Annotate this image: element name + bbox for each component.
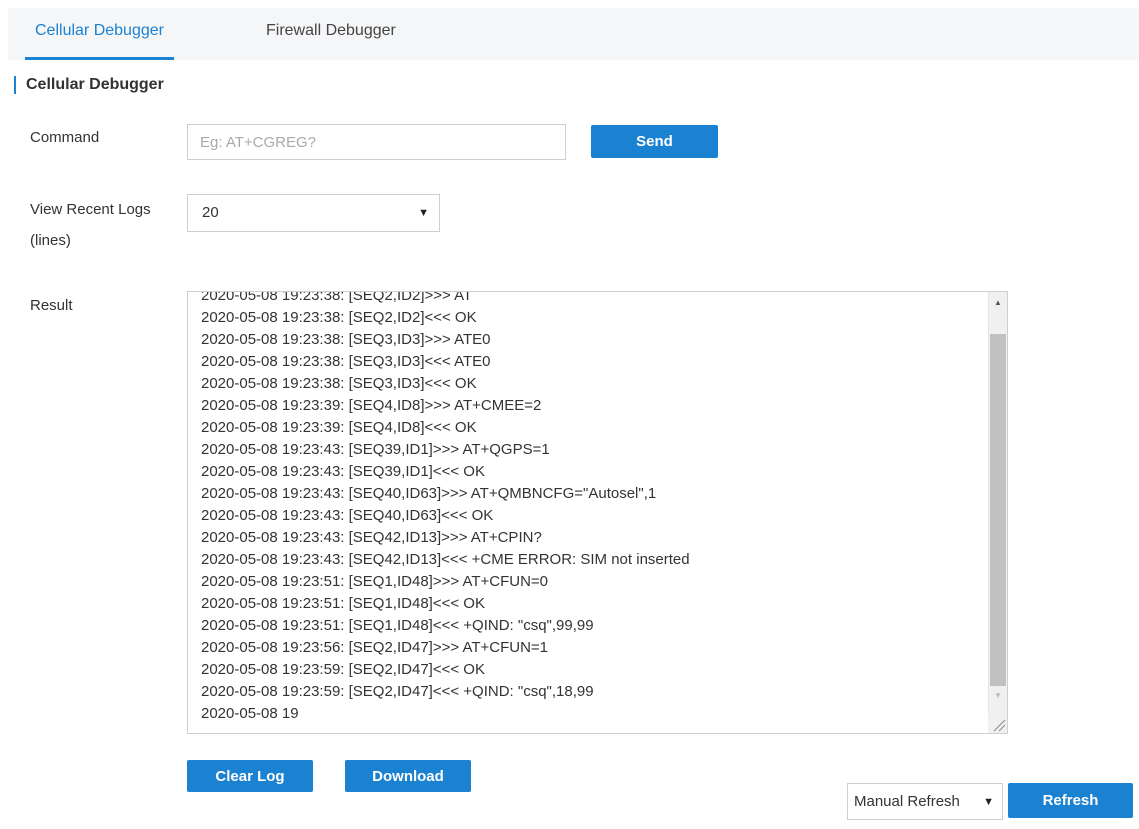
recent-logs-value: 20 <box>202 204 219 221</box>
result-textarea[interactable]: 2020-05-08 19:23:38: [SEQ2,ID2]>>> AT 20… <box>187 291 1008 734</box>
command-label: Command <box>30 129 100 146</box>
scroll-down-arrow-icon[interactable]: ▼ <box>989 687 1007 705</box>
send-button[interactable]: Send <box>591 125 718 158</box>
chevron-down-icon: ▼ <box>418 207 429 219</box>
refresh-mode-select[interactable]: Manual Refresh ▼ <box>847 783 1003 820</box>
recent-logs-select[interactable]: 20 ▼ <box>187 194 440 232</box>
tab-bar: Cellular Debugger Firewall Debugger <box>8 8 1139 60</box>
result-scrollbar[interactable]: ▲ ▼ <box>988 292 1007 733</box>
tab-firewall-debugger[interactable]: Firewall Debugger <box>266 8 396 60</box>
download-button[interactable]: Download <box>345 760 471 792</box>
scroll-up-arrow-icon[interactable]: ▲ <box>989 294 1007 312</box>
view-recent-logs-unit-label: (lines) <box>30 232 71 249</box>
section-title: Cellular Debugger <box>14 76 164 94</box>
command-input[interactable] <box>187 124 566 160</box>
tab-cellular-debugger[interactable]: Cellular Debugger <box>25 8 174 60</box>
resize-handle-icon[interactable] <box>988 714 1007 733</box>
chevron-down-icon: ▼ <box>983 796 994 808</box>
refresh-mode-value: Manual Refresh <box>854 793 960 810</box>
result-label: Result <box>30 297 73 314</box>
result-log-text: 2020-05-08 19:23:38: [SEQ2,ID2]>>> AT 20… <box>201 291 690 722</box>
clear-log-button[interactable]: Clear Log <box>187 760 313 792</box>
scrollbar-thumb[interactable] <box>990 334 1006 686</box>
view-recent-logs-label: View Recent Logs <box>30 201 151 218</box>
refresh-button[interactable]: Refresh <box>1008 783 1133 818</box>
